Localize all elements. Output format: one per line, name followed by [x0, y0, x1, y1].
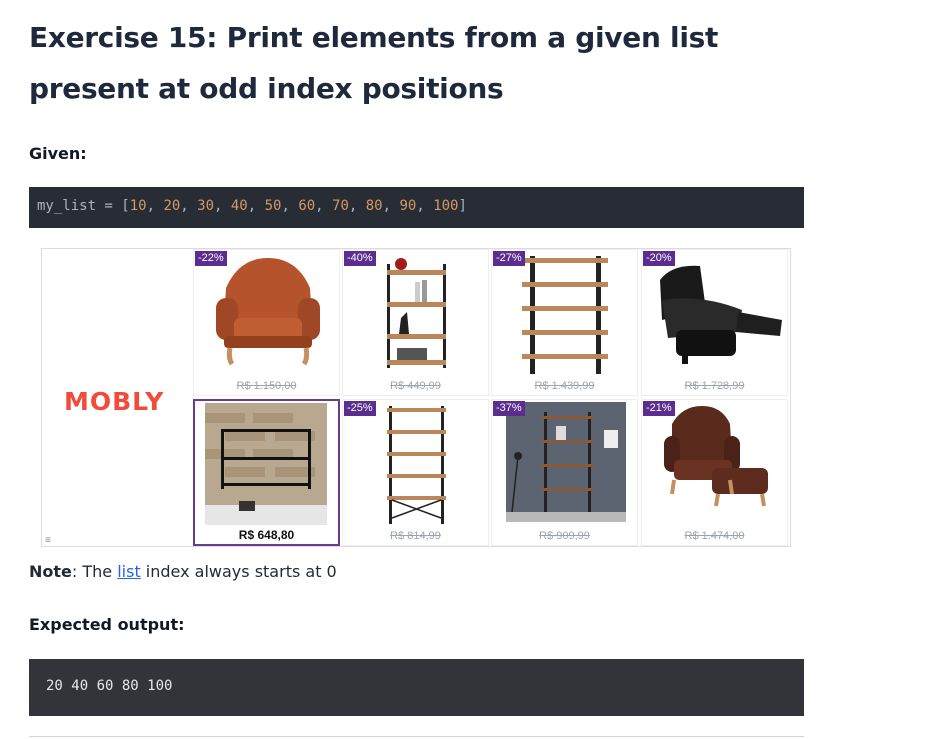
- num: 90: [399, 198, 417, 214]
- divider: [29, 736, 804, 737]
- num: 30: [197, 198, 215, 214]
- product-price: R$ 449,99: [390, 380, 441, 392]
- shelf-icon: [522, 256, 608, 374]
- product-price: R$ 814,99: [390, 530, 441, 542]
- discount-badge: -22%: [195, 251, 227, 266]
- exercise-title: Exercise 15: Print elements from a given…: [29, 21, 719, 105]
- num: 40: [230, 198, 248, 214]
- product-price: R$ 648,80: [238, 528, 295, 542]
- armchair-icon: [216, 258, 320, 366]
- product-tile[interactable]: -27% R$ 1.439,99: [491, 249, 638, 396]
- num: 70: [332, 198, 349, 214]
- page: Exercise 15: Print elements from a given…: [0, 0, 935, 739]
- mobly-ad[interactable]: MOBLY ≡ -22% R$ 1.150,00 -40% R$ 449,99 …: [41, 248, 791, 547]
- discount-badge: -21%: [643, 401, 675, 416]
- product-price: R$ 1.474,00: [684, 530, 745, 542]
- expected-output-block: 20 40 60 80 100: [29, 659, 804, 716]
- product-tile-selected[interactable]: R$ 648,80: [193, 399, 340, 546]
- note-bold-label: Note: [29, 562, 72, 581]
- product-tile[interactable]: -21% R$ 1.474,00: [641, 399, 788, 546]
- room-shelf-icon: [506, 402, 626, 522]
- ad-logo-panel[interactable]: MOBLY ≡: [42, 249, 192, 546]
- product-price: R$ 1.150,00: [236, 380, 297, 392]
- product-price: R$ 1.439,99: [534, 380, 595, 392]
- discount-badge: -27%: [493, 251, 525, 266]
- product-tile[interactable]: -25% R$ 814,99: [342, 399, 489, 546]
- note-text-before: : The: [71, 562, 118, 581]
- num: 20: [163, 198, 181, 214]
- list-link[interactable]: list: [117, 562, 141, 581]
- tall-shelf-icon: [387, 406, 446, 524]
- bookshelf-icon: [387, 258, 446, 368]
- num: 50: [264, 198, 282, 214]
- given-code-block: my_list = [10, 20, 30, 40, 50, 60, 70, 8…: [29, 187, 804, 228]
- recliner-icon: [660, 265, 782, 364]
- product-tile[interactable]: -20% R$ 1.728,99: [641, 249, 788, 396]
- discount-badge: -20%: [643, 251, 675, 266]
- product-tile[interactable]: -22% R$ 1.150,00: [193, 249, 340, 396]
- armchair-ottoman-icon: [664, 406, 768, 507]
- discount-badge: -40%: [344, 251, 376, 266]
- code-prefix: my_list = [: [37, 198, 130, 214]
- discount-badge: -25%: [344, 401, 376, 416]
- product-tile[interactable]: -37% R$ 909,99: [491, 399, 638, 546]
- ad-info-icon[interactable]: ≡: [45, 536, 51, 546]
- given-label: Given:: [29, 144, 87, 163]
- note-paragraph: Note: The list index always starts at 0: [29, 562, 337, 581]
- product-price: R$ 1.728,99: [684, 380, 745, 392]
- mobly-logo[interactable]: MOBLY: [64, 387, 164, 416]
- product-tile[interactable]: -40% R$ 449,99: [342, 249, 489, 396]
- num: 10: [129, 198, 147, 214]
- wall-shelf-icon: [205, 403, 327, 525]
- expected-output-label: Expected output:: [29, 615, 185, 634]
- num: 60: [298, 198, 316, 214]
- product-price: R$ 909,99: [539, 530, 590, 542]
- num: 80: [365, 198, 383, 214]
- code-suffix: ]: [458, 198, 467, 214]
- note-text-after: index always starts at 0: [140, 562, 337, 581]
- discount-badge: -37%: [493, 401, 525, 416]
- num: 100: [433, 198, 459, 214]
